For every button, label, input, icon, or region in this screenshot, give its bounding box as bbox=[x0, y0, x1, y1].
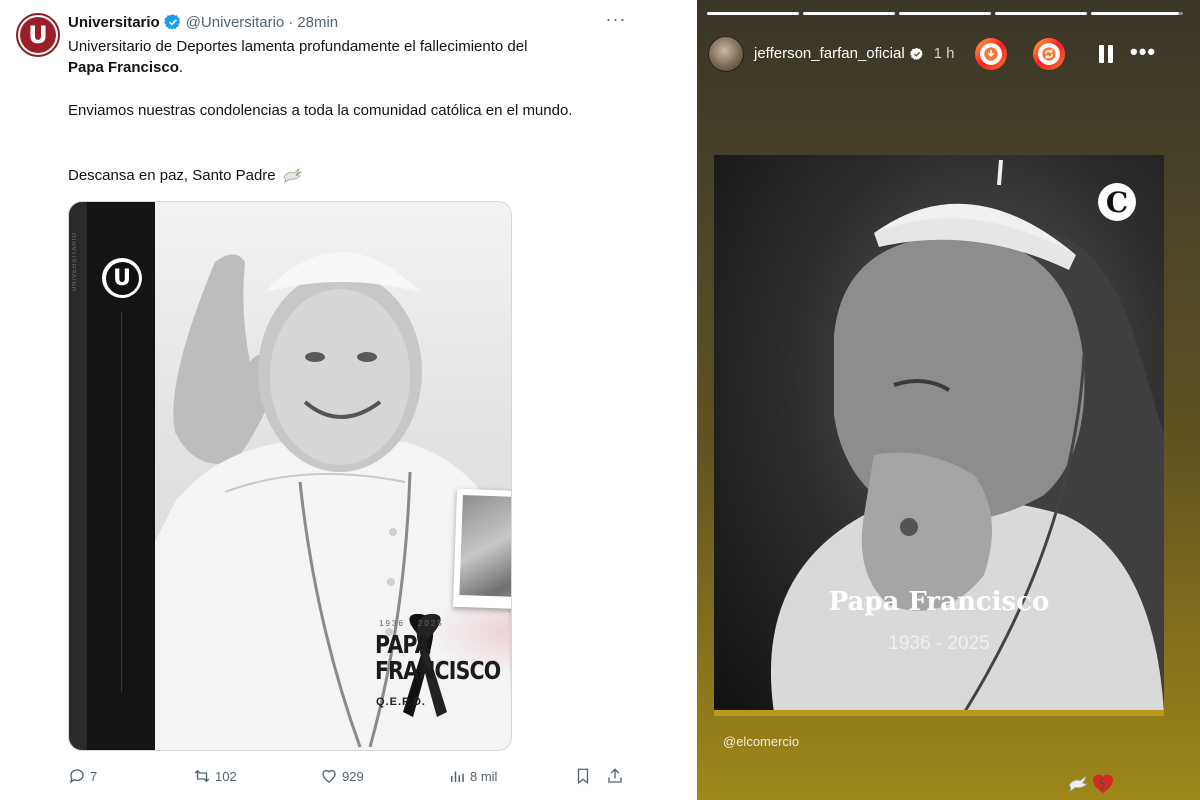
views-count: 8 mil bbox=[470, 768, 498, 784]
progress-segment bbox=[995, 12, 1087, 15]
media-logo-letter: U bbox=[105, 261, 139, 295]
share-icon bbox=[608, 768, 622, 783]
tweet-panel: U Universitario @Universitario · 28min ·… bbox=[0, 0, 697, 800]
el-comercio-logo: C bbox=[1098, 183, 1136, 221]
bookmark-button[interactable] bbox=[574, 764, 592, 788]
story-card-gold-border bbox=[714, 710, 1164, 716]
story-reaction-stickers bbox=[1067, 772, 1115, 794]
repost-button[interactable]: 102 bbox=[193, 764, 237, 788]
instagram-story-panel: jefferson_farfan_oficial 1 h ••• C Papa … bbox=[697, 0, 1200, 800]
tweet-bold-name: Papa Francisco bbox=[68, 59, 179, 76]
sync-icon bbox=[1042, 47, 1056, 61]
tweet-actions-bar: 7 102 929 8 mil bbox=[68, 764, 628, 788]
story-username[interactable]: jefferson_farfan_oficial bbox=[754, 45, 905, 62]
media-side-text: UNIVERSITARIO bbox=[72, 232, 78, 292]
verified-badge-icon bbox=[909, 47, 923, 60]
story-more-icon[interactable]: ••• bbox=[1130, 41, 1156, 63]
story-time: 1 h bbox=[933, 45, 955, 62]
views-chart-icon bbox=[451, 771, 464, 782]
progress-segment bbox=[1091, 12, 1183, 15]
story-download-sticker[interactable] bbox=[975, 38, 1007, 70]
story-card-title: Papa Francisco bbox=[828, 587, 1050, 617]
story-card-years: 1936 - 2025 bbox=[888, 633, 990, 654]
tweet-time[interactable]: 28min bbox=[297, 14, 338, 31]
story-user-info: jefferson_farfan_oficial 1 h bbox=[754, 45, 955, 62]
universitario-avatar[interactable]: U bbox=[16, 13, 60, 57]
like-button[interactable]: 929 bbox=[320, 764, 364, 788]
media-title: PAPA FRANCISCO bbox=[375, 630, 501, 685]
more-options-icon[interactable]: ··· bbox=[604, 10, 628, 32]
tweet-media-image[interactable]: UNIVERSITARIO U 1936 - 2025 PAPA FRANCIS… bbox=[68, 201, 512, 751]
story-card-image: C Papa Francisco 1936 - 2025 bbox=[714, 155, 1164, 713]
progress-segment bbox=[803, 12, 895, 15]
pause-icon[interactable] bbox=[1096, 44, 1116, 64]
tweet-paragraph-1: Universitario de Deportes lamenta profun… bbox=[68, 36, 608, 78]
story-progress-bars bbox=[707, 12, 1183, 15]
heart-icon bbox=[322, 769, 336, 783]
download-icon bbox=[984, 47, 998, 61]
avatar-letter: U bbox=[20, 17, 56, 53]
tweet-paragraph-3: Descansa en paz, Santo Padre bbox=[68, 165, 608, 186]
account-name[interactable]: Universitario bbox=[68, 14, 160, 31]
bookmark-icon bbox=[577, 768, 589, 785]
media-universitario-logo: U bbox=[102, 258, 142, 298]
repost-icon bbox=[194, 769, 210, 783]
header-separator: · bbox=[288, 13, 294, 31]
media-left-stripe: UNIVERSITARIO bbox=[69, 202, 87, 750]
tweet-text-line1: Universitario de Deportes lamenta profun… bbox=[68, 38, 528, 55]
views-button[interactable]: 8 mil bbox=[448, 764, 497, 788]
reply-button[interactable]: 7 bbox=[68, 764, 97, 788]
media-title-line1: PAPA bbox=[375, 630, 431, 659]
tweet-period: . bbox=[178, 59, 184, 76]
dove-icon bbox=[1068, 775, 1088, 792]
account-handle[interactable]: @Universitario bbox=[186, 14, 285, 31]
share-button[interactable] bbox=[606, 764, 624, 788]
progress-segment bbox=[899, 12, 991, 15]
story-mention-tag[interactable]: @elcomercio bbox=[723, 734, 799, 749]
verified-badge-icon bbox=[163, 14, 180, 30]
story-user-avatar[interactable] bbox=[708, 36, 744, 72]
pope-profile-illustration bbox=[770, 159, 1164, 713]
tweet-text-line3: Descansa en paz, Santo Padre bbox=[68, 167, 276, 184]
media-title-line2: FRANCISCO bbox=[375, 656, 501, 685]
tweet-paragraph-2: Enviamos nuestras condolencias a toda la… bbox=[68, 102, 573, 119]
media-years: 1936 - 2025 bbox=[379, 619, 444, 628]
repost-count: 102 bbox=[215, 768, 237, 784]
tweet-header: Universitario @Universitario · 28min bbox=[68, 12, 338, 32]
reply-count: 7 bbox=[90, 768, 98, 784]
like-count: 929 bbox=[342, 768, 364, 784]
reply-icon bbox=[69, 769, 84, 784]
progress-segment bbox=[707, 12, 799, 15]
dove-emoji-icon bbox=[283, 167, 302, 183]
story-sync-sticker[interactable] bbox=[1033, 38, 1065, 70]
inset-photo bbox=[452, 488, 511, 612]
broken-heart-icon bbox=[1093, 774, 1113, 793]
media-logo-line bbox=[121, 312, 122, 692]
media-qepd: Q.E.P.D. bbox=[376, 696, 426, 708]
